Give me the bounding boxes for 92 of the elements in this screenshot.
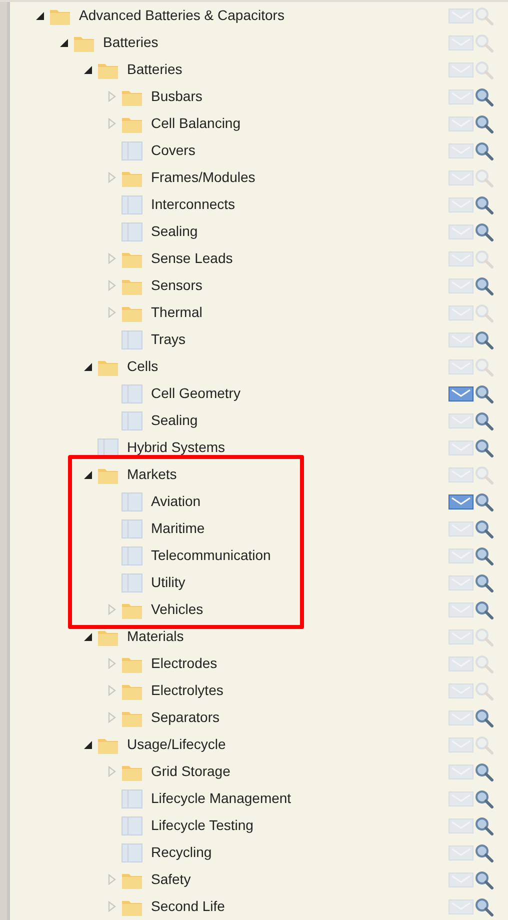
tree-item-label[interactable]: Cell Balancing xyxy=(151,113,240,134)
search-icon[interactable] xyxy=(474,518,494,538)
document-icon xyxy=(121,140,143,160)
document-icon xyxy=(121,384,143,404)
tree-item-label[interactable]: Busbars xyxy=(151,86,202,107)
envelope-icon[interactable] xyxy=(448,384,474,402)
tree-item-label[interactable]: Interconnects xyxy=(151,194,236,215)
tree-item-label[interactable]: Sealing xyxy=(151,410,198,431)
tree-item-label[interactable]: Telecommunication xyxy=(151,545,271,566)
search-icon[interactable] xyxy=(474,438,494,458)
expand-arrow-icon[interactable] xyxy=(108,874,116,885)
search-icon[interactable] xyxy=(474,708,494,728)
tree-item-label[interactable]: Batteries xyxy=(127,59,182,80)
collapse-arrow-icon[interactable] xyxy=(84,66,92,74)
document-icon xyxy=(121,330,143,350)
search-icon[interactable] xyxy=(474,546,494,566)
search-icon[interactable] xyxy=(474,194,494,214)
search-icon[interactable] xyxy=(474,788,494,808)
document-icon xyxy=(121,546,143,566)
search-icon[interactable] xyxy=(474,572,494,592)
tree-item-label[interactable]: Trays xyxy=(151,329,186,350)
search-icon[interactable] xyxy=(474,384,494,404)
expand-arrow-icon[interactable] xyxy=(108,118,116,129)
search-icon[interactable] xyxy=(474,816,494,836)
tree-item-label[interactable]: Sealing xyxy=(151,221,198,242)
tree-item-label[interactable]: Usage/Lifecycle xyxy=(127,734,226,755)
tree-item-label[interactable]: Lifecycle Testing xyxy=(151,815,254,836)
collapse-arrow-icon[interactable] xyxy=(84,740,92,748)
expand-arrow-icon[interactable] xyxy=(108,307,116,318)
expand-arrow-icon[interactable] xyxy=(108,253,116,264)
expand-arrow-icon[interactable] xyxy=(108,685,116,696)
document-icon xyxy=(97,438,119,458)
document-icon xyxy=(121,572,143,592)
tree-item-label[interactable]: Markets xyxy=(127,464,177,485)
tree-item-label[interactable]: Batteries xyxy=(103,32,158,53)
tree-item-label[interactable]: Cells xyxy=(127,356,158,377)
search-icon[interactable] xyxy=(474,410,494,430)
search-icon[interactable] xyxy=(474,842,494,862)
tree-item-label[interactable]: Materials xyxy=(127,626,184,647)
search-icon[interactable] xyxy=(474,86,494,106)
tree-item-label[interactable]: Sensors xyxy=(151,275,202,296)
tree-item-label[interactable]: Separators xyxy=(151,707,220,728)
search-icon[interactable] xyxy=(474,276,494,296)
tree-item-label[interactable]: Second Life xyxy=(151,896,225,917)
expand-arrow-icon[interactable] xyxy=(108,280,116,291)
search-icon[interactable] xyxy=(474,762,494,782)
tree-item-label[interactable]: Electrodes xyxy=(151,653,218,674)
expand-arrow-icon[interactable] xyxy=(108,172,116,183)
tree-item-label[interactable]: Safety xyxy=(151,869,191,890)
tree-item-label[interactable]: Recycling xyxy=(151,842,212,863)
expand-arrow-icon[interactable] xyxy=(108,712,116,723)
collapse-arrow-icon[interactable] xyxy=(84,470,92,478)
tree-item-label[interactable]: Hybrid Systems xyxy=(127,437,226,458)
tree-item-label[interactable]: Covers xyxy=(151,140,196,161)
tree-item-label[interactable]: Thermal xyxy=(151,302,202,323)
search-icon[interactable] xyxy=(474,222,494,242)
document-icon xyxy=(121,816,143,836)
tree-item-label[interactable]: Electrolytes xyxy=(151,680,224,701)
document-icon xyxy=(121,842,143,862)
expand-arrow-icon[interactable] xyxy=(108,901,116,912)
tree-item-label[interactable]: Vehicles xyxy=(151,599,204,620)
tree-item-label[interactable]: Aviation xyxy=(151,491,201,512)
document-icon xyxy=(121,788,143,808)
tree-item-label[interactable]: Lifecycle Management xyxy=(151,788,292,809)
search-icon[interactable] xyxy=(474,870,494,890)
search-icon[interactable] xyxy=(474,492,494,512)
search-icon[interactable] xyxy=(474,114,494,134)
search-icon[interactable] xyxy=(474,600,494,620)
tree-item-label[interactable]: Frames/Modules xyxy=(151,167,256,188)
document-icon xyxy=(121,222,143,242)
document-icon xyxy=(121,410,143,430)
document-icon xyxy=(121,492,143,512)
search-icon[interactable] xyxy=(474,140,494,160)
expand-arrow-icon[interactable] xyxy=(108,91,116,102)
tree-item-label[interactable]: Cell Geometry xyxy=(151,383,240,404)
tree-item-label[interactable]: Utility xyxy=(151,572,186,593)
collapse-arrow-icon[interactable] xyxy=(60,38,68,46)
tree-item-label[interactable]: Grid Storage xyxy=(151,761,230,782)
document-icon xyxy=(121,194,143,214)
collapse-arrow-icon[interactable] xyxy=(84,632,92,640)
tree-item-label[interactable]: Advanced Batteries & Capacitors xyxy=(79,5,284,26)
expand-arrow-icon[interactable] xyxy=(108,604,116,615)
tree-item-label[interactable]: Maritime xyxy=(151,518,205,539)
envelope-icon[interactable] xyxy=(448,492,474,510)
tree-item-label[interactable]: Sense Leads xyxy=(151,248,233,269)
collapse-arrow-icon[interactable] xyxy=(84,362,92,370)
search-icon[interactable] xyxy=(474,896,494,916)
collapse-arrow-icon[interactable] xyxy=(36,12,44,20)
search-icon[interactable] xyxy=(474,330,494,350)
expand-arrow-icon[interactable] xyxy=(108,766,116,777)
expand-arrow-icon[interactable] xyxy=(108,658,116,669)
document-icon xyxy=(121,518,143,538)
